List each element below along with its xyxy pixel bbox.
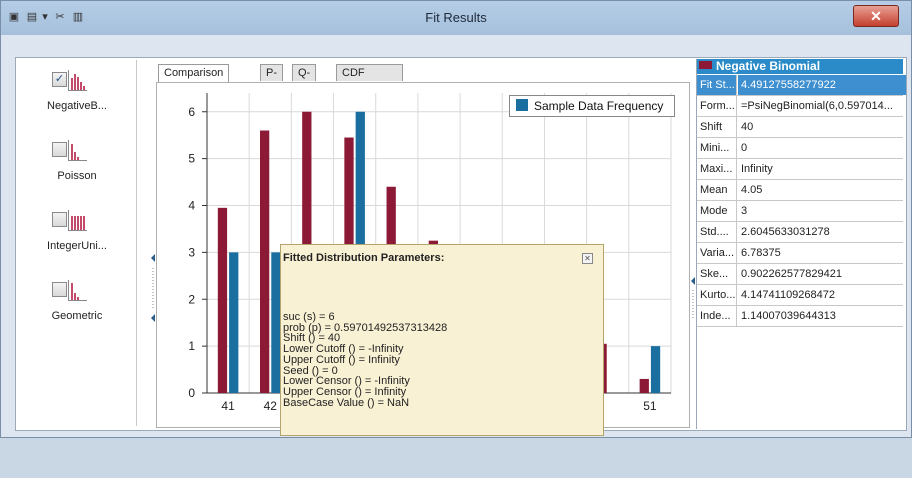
property-value: 0 — [741, 142, 748, 154]
mini-histogram-icon — [68, 210, 87, 231]
tab-comparison-chart[interactable]: Comparison Chart — [158, 64, 230, 96]
property-value: 1.14007039644313 — [741, 310, 836, 322]
property-value: 40 — [741, 121, 754, 133]
distribution-color-swatch — [699, 61, 712, 69]
y-tick-label: 1 — [188, 339, 195, 353]
property-key: Inde... — [697, 306, 737, 326]
mini-histogram-icon — [68, 70, 87, 91]
distribution-icon: ✓ — [52, 70, 87, 92]
distribution-icon — [52, 210, 87, 232]
fitted-bar — [259, 130, 270, 393]
y-tick-label: 5 — [188, 152, 195, 166]
property-row-mean[interactable]: Mean 4.05 — [697, 180, 903, 201]
property-row-fit-statistic[interactable]: Fit St... 4.49127558277922 — [697, 75, 906, 96]
checkbox[interactable] — [52, 212, 67, 227]
y-tick-label: 4 — [188, 199, 195, 213]
distribution-list: ✓ NegativeB... Poisson IntegerUni... Geo… — [18, 60, 137, 426]
property-key: Std.... — [697, 222, 737, 242]
tab-cdf-differences[interactable]: CDF Differences — [336, 64, 404, 96]
fit-results-window: ▣ ▤ ▾ ✂ ▥ Fit Results ✕ ✓ NegativeB... P… — [0, 0, 912, 438]
x-tick-label: 42 — [264, 399, 278, 413]
property-row-maximum[interactable]: Maxi... Infinity — [697, 159, 903, 180]
property-row-formula[interactable]: Form... =PsiNegBinomial(6,0.597014... — [697, 96, 903, 117]
property-key: Mini... — [697, 138, 737, 158]
property-key: Form... — [697, 96, 737, 116]
sample-bar — [229, 252, 239, 393]
property-value: Infinity — [741, 163, 773, 175]
property-key: Shift — [697, 117, 737, 137]
mini-histogram-icon — [68, 140, 87, 161]
title-bar: ▣ ▤ ▾ ✂ ▥ Fit Results ✕ — [1, 1, 911, 35]
property-key: Mean — [697, 180, 737, 200]
client-area: ✓ NegativeB... Poisson IntegerUni... Geo… — [15, 57, 907, 436]
tab-q-q[interactable]: Q-Q — [292, 64, 317, 96]
tooltip-title: Fitted Distribution Parameters: — [283, 252, 445, 264]
property-row-std-dev[interactable]: Std.... 2.6045633031278 — [697, 222, 903, 243]
property-row-mode[interactable]: Mode 3 — [697, 201, 903, 222]
property-value: 4.49127558277922 — [738, 75, 906, 95]
x-tick-label: 51 — [643, 399, 657, 413]
properties-panel: Negative Binomial Fit St... 4.49127558277… — [696, 59, 906, 429]
distribution-icon — [52, 140, 87, 162]
param-line: BaseCase Value () = NaN — [283, 396, 410, 409]
window-title: Fit Results — [425, 10, 487, 25]
distribution-icon — [52, 280, 87, 302]
property-row-shift[interactable]: Shift 40 — [697, 117, 903, 138]
properties-title: Negative Binomial — [716, 59, 821, 73]
property-row-minimum[interactable]: Mini... 0 — [697, 138, 903, 159]
fitted-bar — [217, 207, 228, 393]
close-button[interactable]: ✕ — [853, 5, 899, 27]
sample-bar — [650, 346, 661, 393]
property-key: Ske... — [697, 264, 737, 284]
y-tick-label: 2 — [188, 292, 195, 306]
y-tick-label: 6 — [188, 105, 195, 119]
property-row-kurtosis[interactable]: Kurto... 4.14741109268472 — [697, 285, 903, 306]
property-value: 6.78375 — [741, 247, 781, 259]
property-row-skewness[interactable]: Ske... 0.902262577829421 — [697, 264, 903, 285]
property-key: Mode — [697, 201, 737, 221]
legend-label: Sample Data Frequency — [534, 99, 664, 113]
x-tick-label: 41 — [221, 399, 235, 413]
property-value: =PsiNegBinomial(6,0.597014... — [741, 100, 893, 112]
checkbox[interactable] — [52, 142, 67, 157]
y-tick-label: 0 — [188, 386, 195, 400]
property-row-index[interactable]: Inde... 1.14007039644313 — [697, 306, 903, 327]
properties-header: Negative Binomial — [697, 59, 903, 74]
tab-p-p[interactable]: P-P — [260, 64, 283, 96]
mini-histogram-icon — [68, 280, 87, 301]
property-key: Kurto... — [697, 285, 737, 305]
property-key: Fit St... — [697, 75, 737, 95]
property-row-variance[interactable]: Varia... 6.78375 — [697, 243, 903, 264]
tooltip-lines: suc (s) = 6 prob (p) = 0.597014925373134… — [283, 312, 447, 408]
param-line: Upper Cutoff () = Infinity — [283, 353, 400, 366]
distribution-label: Poisson — [57, 170, 97, 182]
property-key: Varia... — [697, 243, 737, 263]
property-value: 2.6045633031278 — [741, 226, 830, 238]
checkbox[interactable]: ✓ — [52, 72, 67, 87]
property-value: 0.902262577829421 — [741, 268, 842, 280]
property-key: Maxi... — [697, 159, 737, 179]
tooltip-close-button[interactable]: ✕ — [582, 253, 593, 264]
distribution-label: NegativeB... — [47, 100, 107, 112]
property-value: 4.14741109268472 — [741, 289, 836, 301]
distribution-label: Geometric — [51, 310, 103, 322]
checkbox[interactable] — [52, 282, 67, 297]
property-value: 4.05 — [741, 184, 763, 196]
chart-legend: Sample Data Frequency — [509, 95, 675, 117]
fitted-bar — [639, 378, 649, 393]
legend-swatch — [516, 99, 528, 111]
y-tick-label: 3 — [188, 245, 195, 259]
distribution-label: IntegerUni... — [47, 240, 107, 252]
property-value: 3 — [741, 205, 748, 217]
fitted-parameters-tooltip: Fitted Distribution Parameters: ✕ suc (s… — [280, 244, 604, 436]
